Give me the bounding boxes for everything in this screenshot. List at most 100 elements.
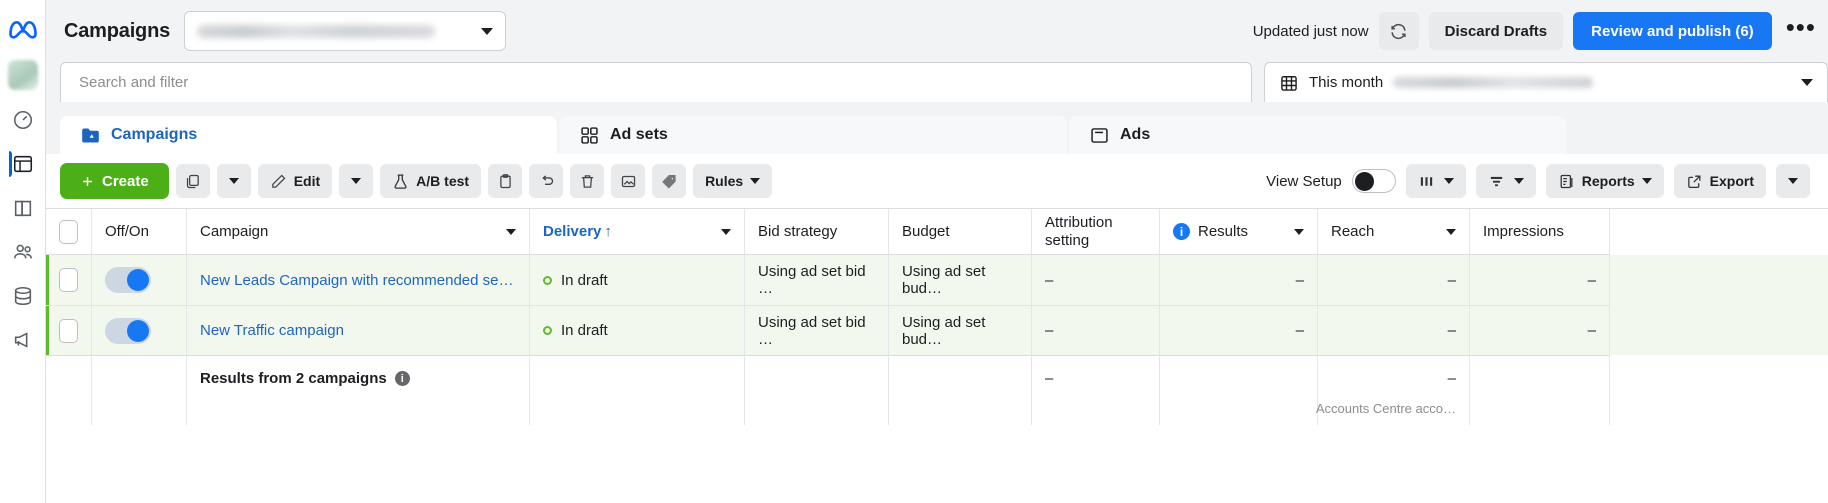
- campaign-name-link[interactable]: New Leads Campaign with recommended sett…: [200, 272, 516, 289]
- header-delivery[interactable]: Delivery ↑: [530, 209, 745, 255]
- flask-icon: [394, 173, 407, 189]
- table-row[interactable]: New Traffic campaign In draft Using ad s…: [46, 305, 1828, 355]
- info-icon[interactable]: i: [1173, 223, 1190, 240]
- summary-reach-stack: – Accounts Centre acco…: [1316, 370, 1456, 416]
- table-summary-row: Results from 2 campaigns i – – Accounts …: [46, 355, 1828, 425]
- date-range-value-redacted: [1393, 77, 1594, 88]
- summary-impressions-cell: [1470, 355, 1610, 425]
- tab-ads[interactable]: Ads: [1069, 116, 1566, 154]
- header-label: Reach: [1331, 223, 1375, 240]
- account-name-redacted: [197, 24, 436, 38]
- header-reach[interactable]: Reach: [1318, 209, 1470, 255]
- columns-button[interactable]: [1405, 164, 1466, 198]
- review-and-publish-button[interactable]: Review and publish (6): [1573, 12, 1772, 50]
- header-campaign[interactable]: Campaign: [187, 209, 530, 255]
- page-title: Campaigns: [64, 19, 171, 42]
- chevron-down-icon: [1446, 228, 1456, 235]
- undo-button[interactable]: [529, 164, 564, 198]
- row-reach-cell: –: [1318, 305, 1470, 355]
- summary-reach-note: Accounts Centre acco…: [1315, 401, 1456, 416]
- duplicate-dropdown-button[interactable]: [216, 164, 251, 198]
- row-budget-cell: Using ad set bud…: [889, 255, 1032, 305]
- row-reach-cell: –: [1318, 255, 1470, 305]
- summary-blank-cell: [46, 355, 92, 425]
- discard-drafts-button[interactable]: Discard Drafts: [1428, 12, 1564, 50]
- row-select-cell: [46, 305, 92, 355]
- view-setup-toggle[interactable]: [1351, 169, 1396, 193]
- campaigns-icon[interactable]: [8, 150, 37, 178]
- updated-status: Updated just now: [1252, 22, 1369, 40]
- campaign-on-off-toggle[interactable]: [105, 317, 151, 344]
- meta-logo-icon[interactable]: [8, 14, 38, 44]
- delivery-status-label: In draft: [561, 271, 608, 289]
- rules-button[interactable]: Rules: [693, 164, 773, 198]
- account-avatar[interactable]: [7, 60, 38, 90]
- calendar-icon: [1281, 75, 1297, 91]
- refresh-icon[interactable]: [1378, 12, 1419, 50]
- select-all-checkbox[interactable]: [59, 219, 78, 244]
- breakdown-button[interactable]: [1475, 164, 1536, 198]
- chevron-down-icon: [1294, 228, 1304, 235]
- billing-icon[interactable]: [9, 282, 37, 310]
- promotions-icon[interactable]: [9, 326, 37, 354]
- row-checkbox[interactable]: [59, 318, 78, 343]
- campaign-name-link[interactable]: New Traffic campaign: [200, 322, 344, 339]
- clipboard-button[interactable]: [488, 164, 523, 198]
- summary-label: Results from 2 campaigns: [200, 370, 387, 387]
- create-button[interactable]: Create: [60, 163, 169, 199]
- row-results-cell: –: [1160, 305, 1318, 355]
- sort-ascending-icon: ↑: [604, 223, 612, 240]
- chevron-down-icon: [228, 178, 239, 184]
- grid-icon: [581, 126, 598, 144]
- header-label: Budget: [902, 223, 950, 240]
- card-icon: [1091, 127, 1108, 143]
- row-attribution-cell: –: [1032, 255, 1160, 305]
- reports-button[interactable]: Reports: [1545, 164, 1664, 198]
- tab-campaigns[interactable]: Campaigns: [60, 116, 557, 154]
- analytics-icon[interactable]: [9, 106, 37, 134]
- folder-icon: [82, 128, 99, 142]
- ab-test-button[interactable]: A/B test: [380, 164, 482, 198]
- table-row[interactable]: New Leads Campaign with recommended sett…: [46, 255, 1828, 305]
- chevron-down-icon: [1788, 178, 1798, 184]
- header-label: Results: [1198, 223, 1249, 240]
- row-campaign-cell: New Leads Campaign with recommended sett…: [187, 255, 530, 305]
- row-campaign-cell: New Traffic campaign: [187, 305, 530, 355]
- pencil-icon: [271, 174, 286, 188]
- toggle-knob: [127, 319, 149, 342]
- header-label: Bid strategy: [758, 223, 838, 240]
- row-checkbox[interactable]: [59, 268, 78, 292]
- header-label: Campaign: [200, 223, 269, 240]
- delete-button[interactable]: [570, 164, 605, 198]
- header-off-on: Off/On: [92, 209, 187, 255]
- tag-button[interactable]: [652, 164, 687, 198]
- summary-blank-cell: [745, 355, 889, 425]
- info-icon[interactable]: i: [394, 371, 410, 386]
- export-button[interactable]: Export: [1673, 164, 1766, 198]
- tag-icon: [661, 174, 676, 188]
- edit-dropdown-button[interactable]: [339, 164, 374, 198]
- row-delivery-cell: In draft: [530, 305, 745, 355]
- account-selector[interactable]: [184, 11, 507, 51]
- tab-ad-sets[interactable]: Ad sets: [559, 116, 1067, 154]
- summary-blank-cell: [92, 355, 187, 425]
- image-button[interactable]: [611, 164, 646, 198]
- export-dropdown-button[interactable]: [1776, 164, 1810, 198]
- draft-status-dot: [543, 275, 552, 285]
- more-options-icon[interactable]: •••: [1782, 14, 1820, 42]
- toggle-knob: [127, 269, 149, 291]
- edit-button[interactable]: Edit: [257, 164, 333, 198]
- audiences-icon[interactable]: [9, 238, 37, 266]
- left-nav-rail: [0, 0, 46, 503]
- header-label: Attribution setting: [1045, 214, 1113, 249]
- view-setup-group: View Setup Reports Export: [1266, 164, 1814, 198]
- library-icon[interactable]: [9, 194, 37, 222]
- main-area: Campaigns Updated just now Discard Draft…: [46, 0, 1828, 503]
- row-toggle-cell: [92, 255, 187, 305]
- campaign-on-off-toggle[interactable]: [105, 267, 151, 293]
- header-results[interactable]: i Results: [1160, 209, 1318, 255]
- date-range-selector[interactable]: This month: [1264, 62, 1828, 102]
- duplicate-button[interactable]: [175, 164, 210, 198]
- search-and-filter-field[interactable]: Search and filter: [60, 62, 1252, 102]
- chevron-down-icon: [1801, 79, 1813, 86]
